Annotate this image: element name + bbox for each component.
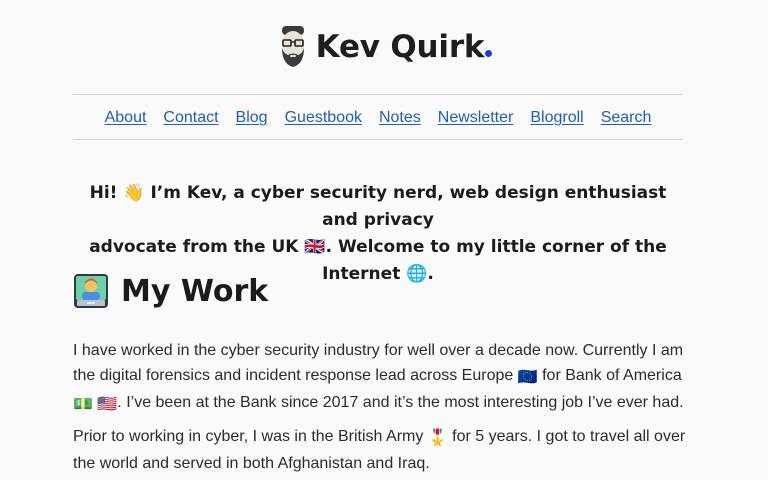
nav-link-search[interactable]: Search — [601, 109, 652, 126]
site-header: Kev Quirk — [0, 22, 768, 72]
page: Kev Quirk About Contact Blog Guestbook N… — [0, 0, 768, 480]
military-medal-icon: 🎖️ — [427, 430, 448, 447]
nav-link-guestbook[interactable]: Guestbook — [285, 109, 362, 126]
intro-line-2b: . Welcome to my little corner of the Int… — [322, 237, 667, 284]
my-work-heading: My Work — [73, 268, 268, 314]
us-flag-icon: 🇺🇸 — [97, 396, 118, 413]
nav-link-blog[interactable]: Blog — [236, 109, 268, 126]
title-dot — [485, 50, 493, 57]
nav-link-notes[interactable]: Notes — [379, 109, 421, 126]
nav-link-contact[interactable]: Contact — [163, 109, 218, 126]
eu-flag-icon: 🇪🇺 — [517, 369, 538, 386]
main-navigation: About Contact Blog Guestbook Notes Newsl… — [73, 94, 683, 140]
work-p2-a: Prior to working in cyber, I was in the … — [73, 428, 424, 445]
nav-link-about[interactable]: About — [105, 109, 147, 126]
technologist-icon — [74, 274, 108, 308]
intro-line-2a: advocate from the UK — [89, 237, 299, 257]
work-paragraph-2: Prior to working in cyber, I was in the … — [73, 424, 693, 476]
work-paragraph-1: I have worked in the cyber security indu… — [73, 338, 693, 417]
site-title-text: Kev Quirk — [315, 29, 485, 65]
site-title[interactable]: Kev Quirk — [316, 29, 493, 65]
work-p1-b: for Bank of America — [542, 367, 682, 384]
globe-icon: 🌐 — [406, 264, 428, 284]
intro-line-1: I’m Kev, a cyber security nerd, web desi… — [150, 183, 667, 230]
work-p1-c: . I’ve been at the Bank since 2017 and i… — [117, 394, 684, 411]
nav-link-newsletter[interactable]: Newsletter — [438, 109, 514, 126]
bearded-man-avatar-icon[interactable] — [276, 24, 310, 70]
waving-hand-icon: 👋 — [123, 183, 145, 203]
money-icon: 💵 — [73, 396, 93, 413]
section-title: My Work — [121, 273, 269, 309]
nav-list: About Contact Blog Guestbook Notes Newsl… — [105, 107, 652, 127]
intro-greeting: Hi! — [89, 183, 118, 203]
uk-flag-icon: 🇬🇧 — [304, 237, 326, 257]
intro-line-2-end: . — [427, 264, 434, 284]
nav-link-blogroll[interactable]: Blogroll — [530, 109, 583, 126]
